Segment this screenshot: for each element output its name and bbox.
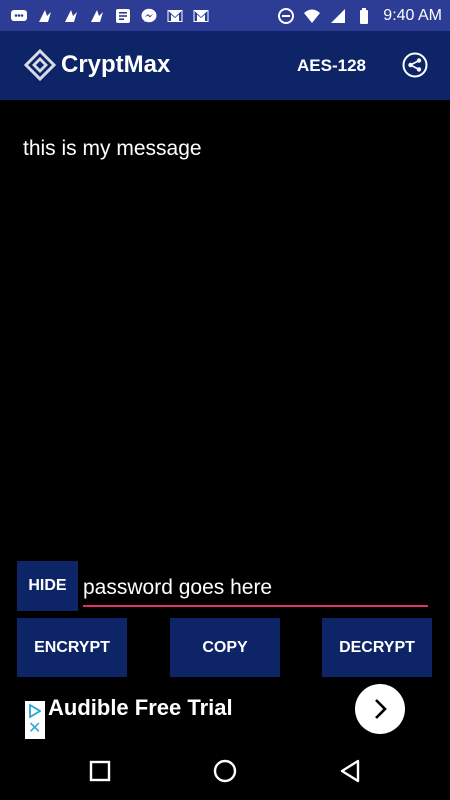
app-bar: CryptMax AES-128 [0,31,450,100]
navigation-bar [0,742,450,800]
wifi-icon [303,7,321,25]
encrypt-button[interactable]: ENCRYPT [17,618,127,677]
status-bar: 9:40 AM [0,0,450,31]
algorithm-selector[interactable]: AES-128 [297,56,366,76]
ad-text[interactable]: Audible Free Trial [48,695,233,721]
back-triangle-icon[interactable] [338,758,364,784]
battery-icon [355,7,373,25]
sms-icon [88,7,106,25]
gmail-icon [192,7,210,25]
news-icon [114,7,132,25]
status-time: 9:40 AM [383,6,442,24]
chevron-right-icon[interactable] [355,684,405,734]
password-input[interactable] [83,573,428,607]
close-ad-icon[interactable]: ✕ [28,721,41,737]
dnd-icon [277,7,295,25]
gmail-icon [166,7,184,25]
hide-button[interactable]: HIDE [17,561,78,611]
share-icon[interactable] [402,52,428,78]
adchoices-icon[interactable]: ✕ [25,701,45,739]
system-icons: 9:40 AM [277,7,442,25]
home-circle-icon[interactable] [212,758,238,784]
cryptmax-logo-icon [23,48,57,82]
message-input[interactable]: this is my message [0,100,450,555]
messenger-icon [140,7,158,25]
notification-icons [10,7,210,25]
chat-icon [10,7,28,25]
app-title: CryptMax [61,51,171,78]
message-text: this is my message [23,137,202,160]
sms-icon [62,7,80,25]
decrypt-button[interactable]: DECRYPT [322,618,432,677]
signal-icon [329,7,347,25]
copy-button[interactable]: COPY [170,618,280,677]
recents-square-icon[interactable] [87,758,113,784]
sms-icon [36,7,54,25]
